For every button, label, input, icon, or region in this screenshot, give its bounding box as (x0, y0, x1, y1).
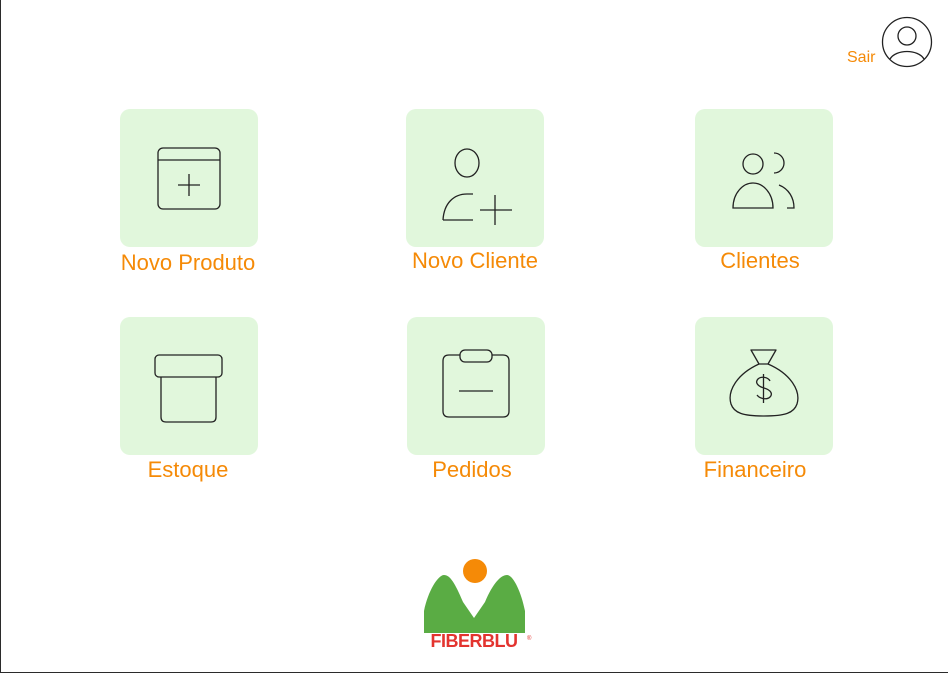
users-icon (732, 152, 795, 209)
money-bag-icon (729, 349, 799, 417)
tile-clientes[interactable] (695, 109, 833, 247)
svg-text:FIBERBLU: FIBERBLU (431, 631, 518, 651)
app-frame: Sair Novo Produto Novo Cliente Clientes … (0, 0, 948, 673)
tile-financeiro[interactable] (695, 317, 833, 455)
tile-pedidos[interactable] (407, 317, 545, 455)
logout-button[interactable]: Sair (847, 16, 937, 70)
box-icon (154, 354, 223, 423)
svg-text:®: ® (527, 635, 532, 642)
user-circle-icon[interactable] (881, 16, 933, 68)
add-product-icon (157, 147, 221, 210)
tile-clientes-label[interactable]: Clientes (640, 248, 880, 274)
tile-novo-cliente[interactable] (406, 109, 544, 247)
tile-novo-produto-label[interactable]: Novo Produto (68, 250, 308, 276)
tile-novo-produto[interactable] (120, 109, 258, 247)
clipboard-icon (442, 349, 510, 418)
logout-label: Sair (847, 49, 876, 66)
tile-pedidos-label[interactable]: Pedidos (352, 457, 592, 483)
fiberblu-logo: FIBERBLU ® (424, 559, 532, 651)
tile-financeiro-label[interactable]: Financeiro (635, 457, 875, 483)
tile-novo-cliente-label[interactable]: Novo Cliente (355, 248, 595, 274)
add-user-icon (442, 148, 512, 225)
tile-estoque[interactable] (120, 317, 258, 455)
tile-estoque-label[interactable]: Estoque (68, 457, 308, 483)
